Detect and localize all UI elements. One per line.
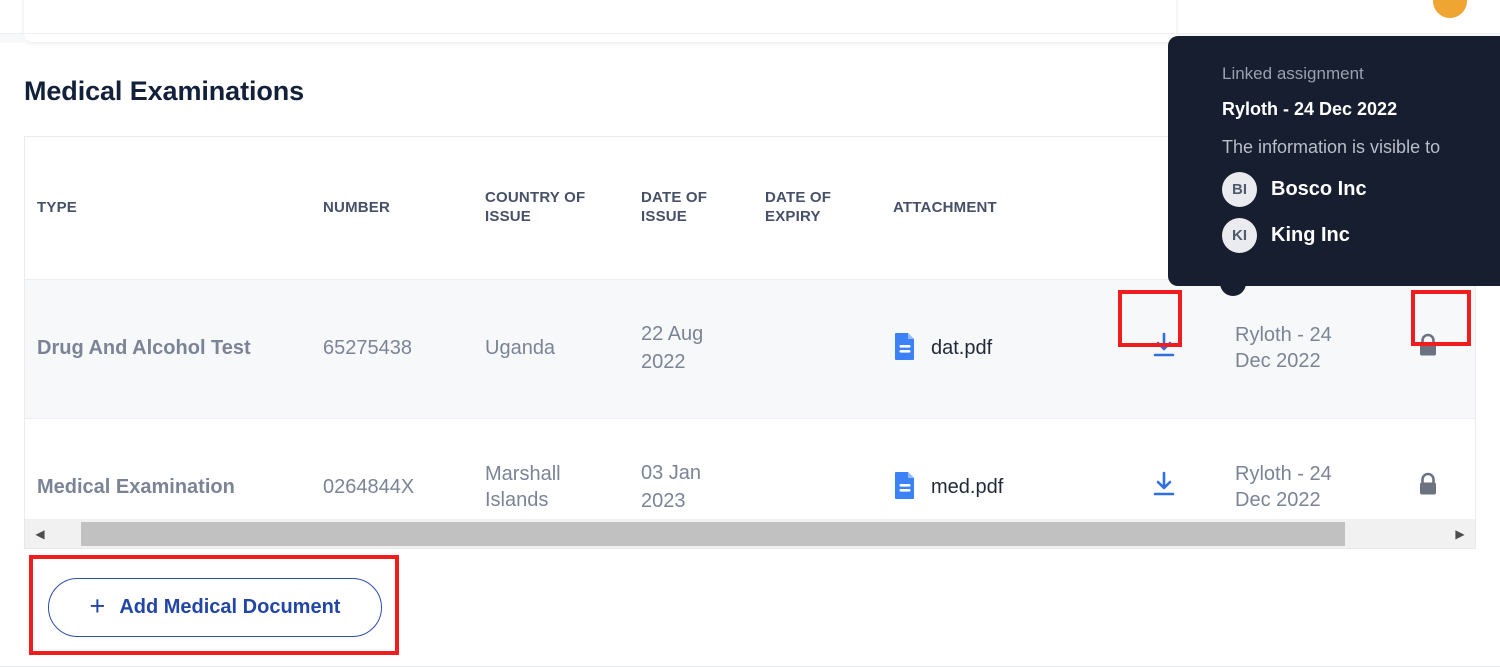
attachment-file-name[interactable]: dat.pdf: [931, 337, 992, 360]
company-avatar: KI: [1222, 218, 1257, 253]
page-background-left: [0, 34, 24, 43]
column-header-date-of-issue[interactable]: DATE OF ISSUE: [629, 137, 753, 280]
cell-type: Medical Examination: [25, 418, 311, 519]
lock-icon[interactable]: [1415, 331, 1441, 367]
page-title: Medical Examinations: [24, 76, 305, 106]
cell-country: Uganda: [473, 279, 629, 419]
plus-icon: +: [89, 590, 106, 621]
tooltip-visibility-label: The information is visible to: [1222, 137, 1441, 157]
cell-attachment: dat.pdf: [881, 279, 1105, 419]
scroll-right-arrow-icon[interactable]: ▶: [1445, 520, 1475, 548]
scrollbar-thumb[interactable]: [81, 521, 1345, 546]
download-icon[interactable]: [1150, 470, 1178, 506]
cell-visibility: [1379, 418, 1475, 519]
cell-date-of-expiry: [753, 279, 881, 419]
cell-visibility: [1379, 279, 1475, 419]
horizontal-scrollbar[interactable]: ◀ ▶: [24, 519, 1476, 549]
lock-icon[interactable]: [1415, 470, 1441, 506]
cell-download: [1105, 279, 1223, 419]
scrollbar-track[interactable]: [55, 520, 1445, 548]
table-body: Drug And Alcohol Test 65275438 Uganda 22…: [25, 279, 1475, 519]
table-row[interactable]: Drug And Alcohol Test 65275438 Uganda 22…: [25, 279, 1475, 419]
cell-date-of-issue: 22 Aug 2022: [629, 279, 753, 419]
column-header-attachment[interactable]: ATTACHMENT: [881, 137, 1105, 280]
table-row[interactable]: Medical Examination 0264844X Marshall Is…: [25, 418, 1475, 519]
tooltip-company-row: KI King Inc: [1222, 218, 1500, 253]
cell-number: 65275438: [311, 279, 473, 419]
attachment-file-name[interactable]: med.pdf: [931, 476, 1003, 499]
column-header-date-of-expiry[interactable]: DATE OF EXPIRY: [753, 137, 881, 280]
tooltip-label: Linked assignment: [1222, 64, 1364, 83]
cell-attachment: med.pdf: [881, 418, 1105, 519]
add-medical-document-label: Add Medical Document: [119, 596, 341, 618]
column-header-type[interactable]: TYPE: [25, 137, 311, 280]
cell-linked-assignment: Ryloth - 24 Dec 2022: [1223, 279, 1379, 419]
cell-number: 0264844X: [311, 418, 473, 519]
previous-section-card: [24, 0, 1176, 42]
company-avatar: BI: [1222, 172, 1257, 207]
company-name: Bosco Inc: [1271, 178, 1367, 200]
cell-date-of-issue: 03 Jan 2023: [629, 418, 753, 519]
scroll-left-arrow-icon[interactable]: ◀: [25, 520, 55, 548]
cell-date-of-expiry: [753, 418, 881, 519]
column-header-number[interactable]: NUMBER: [311, 137, 473, 280]
cell-linked-assignment: Ryloth - 24 Dec 2022: [1223, 418, 1379, 519]
download-icon[interactable]: [1150, 331, 1178, 367]
page-root: Medical Examinations TYPE NUMBER COUNTRY…: [0, 0, 1500, 667]
tooltip-company-row: BI Bosco Inc: [1222, 172, 1500, 207]
pdf-file-icon: [893, 471, 917, 505]
cell-country: Marshall Islands: [473, 418, 629, 519]
add-medical-document-button[interactable]: + Add Medical Document: [48, 578, 382, 637]
column-header-country-of-issue[interactable]: COUNTRY OF ISSUE: [473, 137, 629, 280]
avatar[interactable]: [1433, 0, 1467, 18]
tooltip-assignment: Ryloth - 24 Dec 2022: [1222, 99, 1398, 119]
company-name: King Inc: [1271, 224, 1350, 246]
cell-type: Drug And Alcohol Test: [25, 279, 311, 419]
pdf-file-icon: [893, 332, 917, 366]
linked-assignment-tooltip: Linked assignment Ryloth - 24 Dec 2022 T…: [1168, 36, 1500, 296]
cell-download: [1105, 418, 1223, 519]
